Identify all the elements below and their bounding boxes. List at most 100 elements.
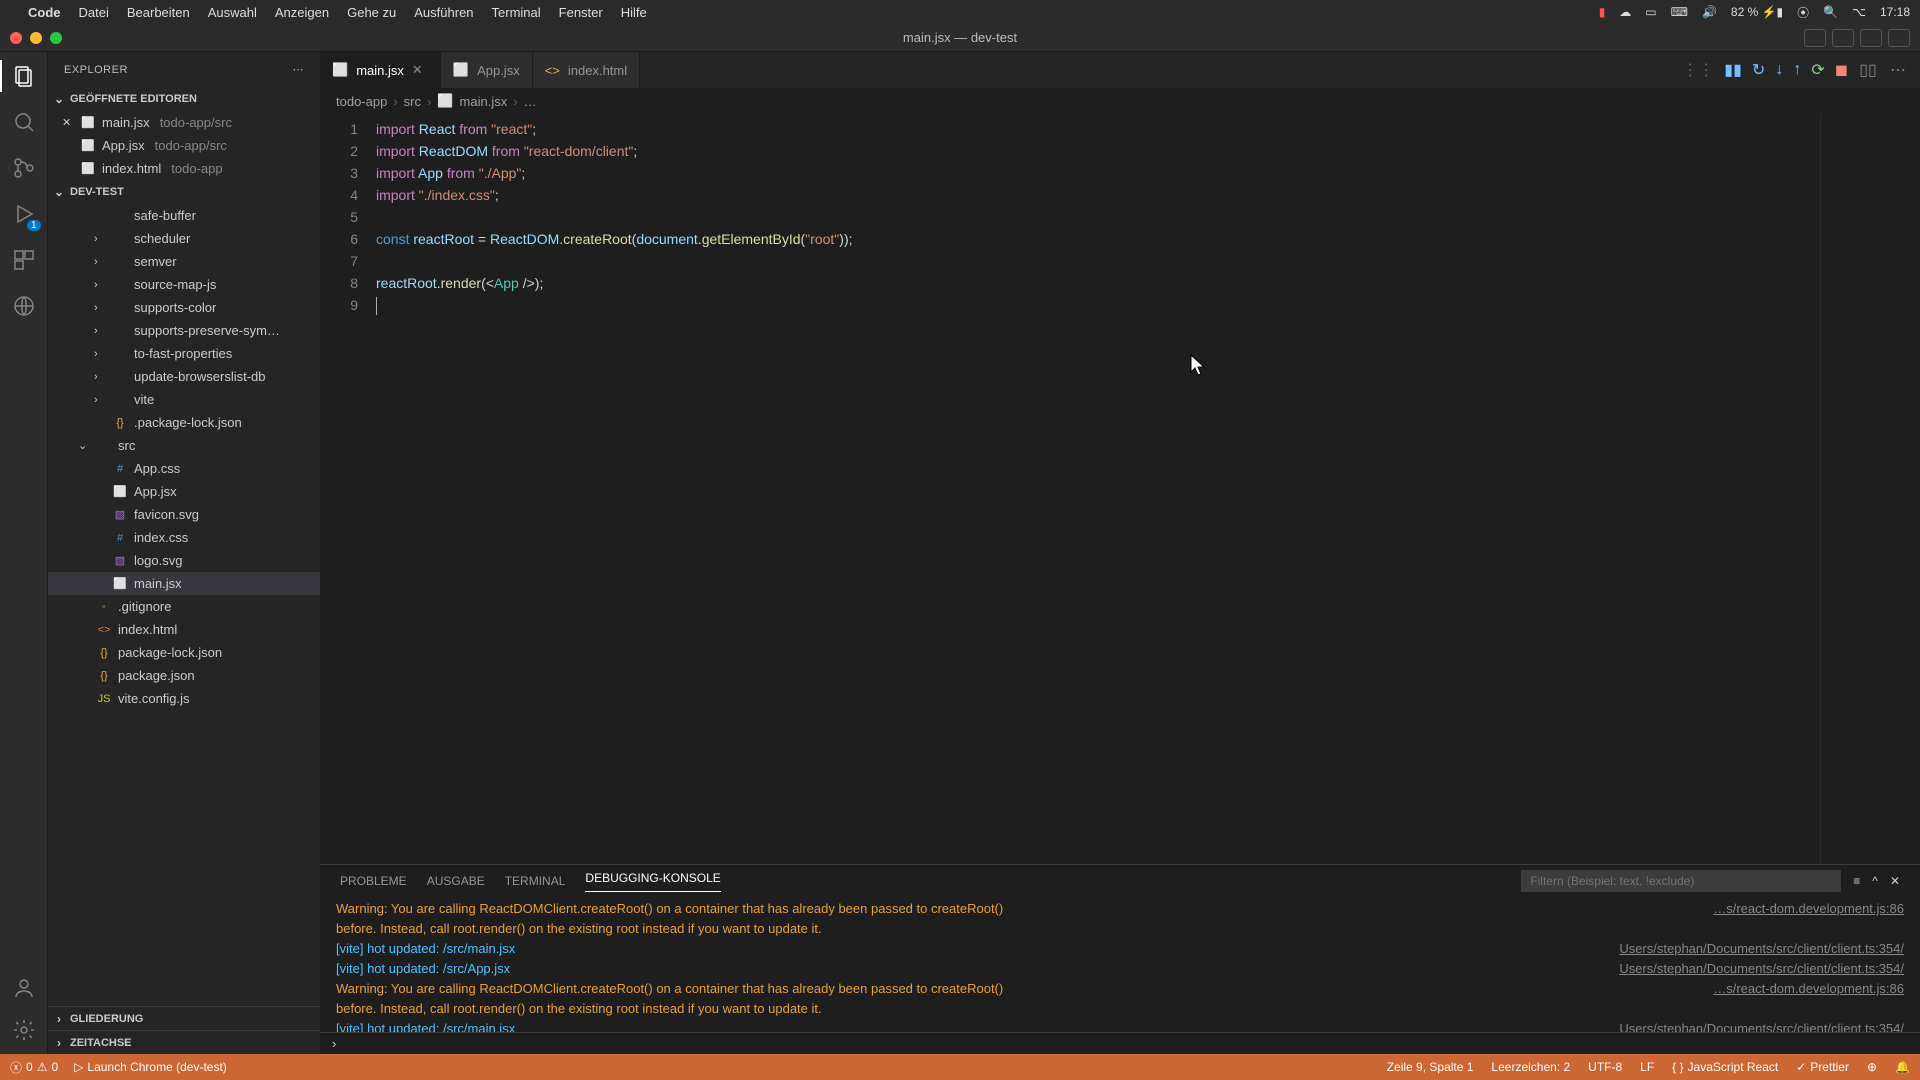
panel-maximize-icon[interactable]: ^ xyxy=(1872,874,1878,888)
explorer-more-icon[interactable]: ⋯ xyxy=(293,63,305,76)
status-wifi-icon[interactable]: ⦿ xyxy=(1797,4,1809,21)
menu-run[interactable]: Ausführen xyxy=(414,5,473,20)
file-item[interactable]: {}.package-lock.json xyxy=(48,411,320,434)
editor-tab[interactable]: ⬜App.jsx xyxy=(441,52,533,88)
menu-go[interactable]: Gehe zu xyxy=(347,5,396,20)
window-zoom-button[interactable] xyxy=(50,32,62,44)
activity-extensions-icon[interactable] xyxy=(10,246,38,274)
menu-view[interactable]: Anzeigen xyxy=(275,5,329,20)
activity-remote-icon[interactable] xyxy=(10,292,38,320)
status-cloud-icon[interactable]: ☁ xyxy=(1619,5,1631,19)
code-content[interactable]: import React from "react"; import ReactD… xyxy=(376,114,1820,864)
menu-edit[interactable]: Bearbeiten xyxy=(127,5,190,20)
menu-terminal[interactable]: Terminal xyxy=(492,5,541,20)
file-item[interactable]: <>index.html xyxy=(48,618,320,641)
console-source-link[interactable]: Users/stephan/Documents/src/client/clien… xyxy=(1619,959,1904,979)
status-volume-icon[interactable]: 🔊 xyxy=(1702,5,1717,19)
status-time[interactable]: 17:18 xyxy=(1880,5,1910,19)
open-editor-item[interactable]: ⬜App.jsxtodo-app/src xyxy=(48,134,320,157)
panel-tab-terminal[interactable]: TERMINAL xyxy=(505,874,566,888)
debug-step-out-icon[interactable]: ↑ xyxy=(1793,61,1801,79)
folder-item[interactable]: ›vite xyxy=(48,388,320,411)
debug-step-into-icon[interactable]: ↓ xyxy=(1775,61,1783,79)
breadcrumb[interactable]: todo-app› src› ⬜main.jsx› … xyxy=(320,88,1920,114)
console-source-link[interactable]: Users/stephan/Documents/src/client/clien… xyxy=(1619,1019,1904,1032)
activity-settings-icon[interactable] xyxy=(10,1016,38,1044)
app-name[interactable]: Code xyxy=(28,5,61,20)
status-display-icon[interactable]: ▭ xyxy=(1645,5,1656,19)
menu-file[interactable]: Datei xyxy=(79,5,109,20)
folder-item[interactable]: ›supports-color xyxy=(48,296,320,319)
layout-primary-icon[interactable] xyxy=(1804,29,1826,47)
debug-pause-icon[interactable]: ▮▮ xyxy=(1724,60,1742,80)
panel-tab-output[interactable]: AUSGABE xyxy=(427,874,485,888)
workspace-section[interactable]: ⌄ DEV-TEST xyxy=(48,180,320,204)
debug-console-input[interactable]: › xyxy=(320,1032,1920,1054)
status-feedback-icon[interactable]: ⊕ xyxy=(1867,1060,1877,1074)
window-minimize-button[interactable] xyxy=(30,32,42,44)
split-editor-icon[interactable]: ▯▯ xyxy=(1858,60,1878,80)
editor-tab[interactable]: <>index.html xyxy=(533,52,640,88)
status-search-icon[interactable]: 🔍 xyxy=(1823,5,1838,19)
debug-console-output[interactable]: Warning: You are calling ReactDOMClient.… xyxy=(320,897,1920,1032)
panel-tab-problems[interactable]: PROBLEME xyxy=(340,874,407,888)
debug-stop-icon[interactable]: ◼ xyxy=(1835,60,1848,80)
minimap[interactable] xyxy=(1820,114,1920,864)
editor-more-icon[interactable]: ⋯ xyxy=(1888,60,1908,80)
file-item[interactable]: ▧logo.svg xyxy=(48,549,320,572)
folder-item[interactable]: ›to-fast-properties xyxy=(48,342,320,365)
open-editor-item[interactable]: ✕⬜main.jsxtodo-app/src xyxy=(48,111,320,134)
panel-settings-icon[interactable]: ≡ xyxy=(1853,874,1860,888)
console-source-link[interactable]: …s/react-dom.development.js:86 xyxy=(1713,979,1904,999)
close-icon[interactable]: ✕ xyxy=(62,116,74,129)
file-item[interactable]: #App.css xyxy=(48,457,320,480)
open-editor-item[interactable]: ⬜index.htmltodo-app xyxy=(48,157,320,180)
status-encoding[interactable]: UTF-8 xyxy=(1588,1060,1622,1074)
activity-search-icon[interactable] xyxy=(10,108,38,136)
folder-item[interactable]: ›supports-preserve-sym… xyxy=(48,319,320,342)
file-item[interactable]: ⬜main.jsx xyxy=(48,572,320,595)
activity-scm-icon[interactable] xyxy=(10,154,38,182)
folder-item[interactable]: ›source-map-js xyxy=(48,273,320,296)
file-item[interactable]: ◦.gitignore xyxy=(48,595,320,618)
status-prettier[interactable]: ✓ Prettier xyxy=(1796,1060,1849,1074)
folder-item[interactable]: ›update-browserslist-db xyxy=(48,365,320,388)
file-item[interactable]: ⬜App.jsx xyxy=(48,480,320,503)
menu-help[interactable]: Hilfe xyxy=(621,5,647,20)
layout-secondary-icon[interactable] xyxy=(1860,29,1882,47)
menu-window[interactable]: Fenster xyxy=(559,5,603,20)
activity-explorer-icon[interactable] xyxy=(10,62,38,90)
debug-step-over-icon[interactable]: ↻ xyxy=(1752,60,1765,80)
status-bluetooth-icon[interactable]: ⌨ xyxy=(1671,5,1688,19)
close-icon[interactable]: ✕ xyxy=(412,62,428,78)
panel-tab-debug-console[interactable]: DEBUGGING-KONSOLE xyxy=(585,871,720,892)
debug-restart-icon[interactable]: ⟳ xyxy=(1811,60,1824,80)
editor-tab[interactable]: ⬜main.jsx✕ xyxy=(320,52,441,88)
outline-section[interactable]: › GLIEDERUNG xyxy=(48,1006,320,1030)
folder-item[interactable]: ›semver xyxy=(48,250,320,273)
status-debug-target[interactable]: ▷ Launch Chrome (dev-test) xyxy=(74,1060,227,1074)
status-bell-icon[interactable]: 🔔 xyxy=(1895,1060,1910,1074)
status-language[interactable]: { } JavaScript React xyxy=(1672,1060,1778,1074)
status-eol[interactable]: LF xyxy=(1640,1060,1654,1074)
file-item[interactable]: JSvite.config.js xyxy=(48,687,320,710)
status-errors[interactable]: ⓧ 0 ⚠ 0 xyxy=(10,1059,58,1076)
file-item[interactable]: #index.css xyxy=(48,526,320,549)
activity-debug-icon[interactable]: 1 xyxy=(10,200,38,228)
timeline-section[interactable]: › ZEITACHSE xyxy=(48,1030,320,1054)
console-source-link[interactable]: Users/stephan/Documents/src/client/clien… xyxy=(1619,939,1904,959)
panel-close-icon[interactable]: ✕ xyxy=(1890,874,1900,888)
window-close-button[interactable] xyxy=(10,32,22,44)
open-editors-section[interactable]: ⌄ GEÖFFNETE EDITOREN xyxy=(48,87,320,111)
file-item[interactable]: safe-buffer xyxy=(48,204,320,227)
status-battery[interactable]: 82 % ⚡▮ xyxy=(1731,5,1783,19)
layout-panel-icon[interactable] xyxy=(1832,29,1854,47)
file-item[interactable]: {}package-lock.json xyxy=(48,641,320,664)
status-indent[interactable]: Leerzeichen: 2 xyxy=(1491,1060,1570,1074)
status-control-center-icon[interactable]: ⌥ xyxy=(1852,5,1866,19)
panel-filter-input[interactable] xyxy=(1521,870,1841,892)
debug-drag-icon[interactable]: ⋮⋮ xyxy=(1682,60,1714,80)
status-cursor-pos[interactable]: Zeile 9, Spalte 1 xyxy=(1387,1060,1474,1074)
status-recording-icon[interactable]: ▮ xyxy=(1599,5,1606,19)
layout-custom-icon[interactable] xyxy=(1888,29,1910,47)
